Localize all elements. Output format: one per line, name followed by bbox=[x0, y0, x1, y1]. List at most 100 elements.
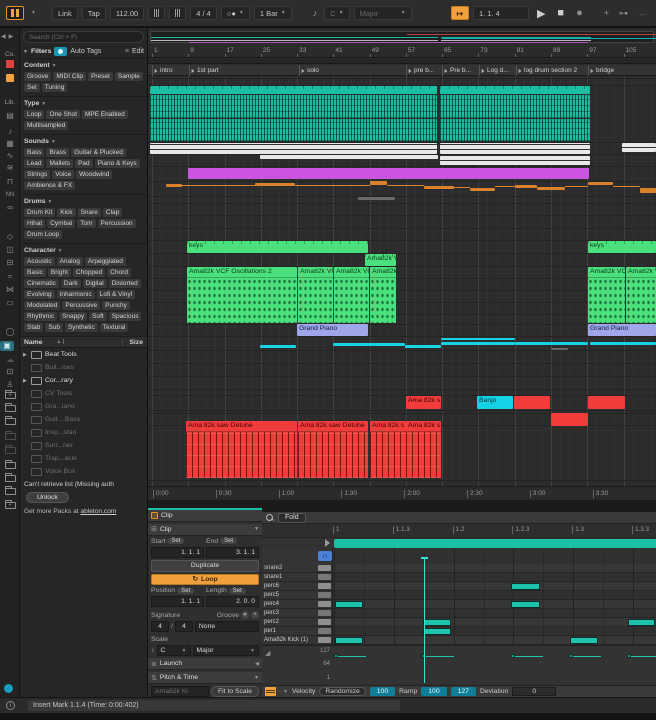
drum-row-snare1[interactable]: snare1 bbox=[262, 573, 333, 582]
filter-tag[interactable]: MIDI Clip bbox=[53, 72, 87, 81]
row-chain-chip[interactable] bbox=[318, 619, 331, 625]
arrangement-clip[interactable]: Ama 82k saw Detune bbox=[186, 421, 297, 478]
filter-tag[interactable]: Modulated bbox=[24, 301, 61, 310]
user-library-icon[interactable]: ♙ bbox=[0, 380, 20, 390]
locator-bridge[interactable]: bridge bbox=[588, 65, 654, 76]
locator-1st-part[interactable]: 1st part bbox=[189, 65, 297, 76]
scale-name-selector[interactable]: Major ▼ bbox=[192, 645, 259, 657]
nudge-up-button[interactable] bbox=[169, 6, 187, 20]
filter-tag[interactable]: Woodwind bbox=[76, 170, 113, 179]
arrangement-clip[interactable] bbox=[424, 186, 454, 189]
arrangement-clip[interactable] bbox=[622, 143, 656, 152]
fold-button[interactable]: Fold bbox=[278, 512, 306, 523]
filter-tag[interactable]: Soft bbox=[89, 312, 107, 321]
search-input[interactable]: Search (Ctrl + F) bbox=[23, 31, 144, 43]
arrangement-clip[interactable]: Ama 82k s bbox=[406, 396, 441, 409]
ableton-link[interactable]: ableton.com bbox=[80, 508, 116, 515]
arrangement-clip[interactable] bbox=[495, 186, 515, 187]
filter-tag[interactable]: Spacious bbox=[108, 312, 142, 321]
drum-row-perc4[interactable]: perc4 bbox=[262, 600, 333, 609]
filter-tag[interactable]: Lofi & Vinyl bbox=[96, 290, 136, 299]
arrangement-clip[interactable] bbox=[613, 186, 640, 187]
arrangement-clip[interactable]: keys bbox=[588, 241, 656, 253]
filter-tag[interactable]: Voice bbox=[52, 170, 75, 179]
filter-tag[interactable]: Tuning bbox=[41, 83, 68, 92]
filter-section-title[interactable]: Character ▼ bbox=[24, 247, 144, 254]
end-value[interactable]: 3. 1. 1 bbox=[206, 546, 259, 558]
filter-tag[interactable]: Punchy bbox=[102, 301, 130, 310]
drum-row-perc5[interactable]: perc5 bbox=[262, 591, 333, 600]
record-button[interactable]: ● bbox=[572, 7, 587, 19]
groove-selector[interactable]: None bbox=[194, 621, 259, 633]
arrangement-clip[interactable]: Ama82k V bbox=[365, 254, 396, 266]
drums-icon[interactable]: ▦ bbox=[0, 139, 20, 149]
row-chain-chip[interactable] bbox=[318, 601, 331, 607]
tap-tempo-button[interactable]: Tap bbox=[81, 6, 106, 20]
velocity-dot[interactable] bbox=[627, 654, 631, 658]
arrangement-position-display[interactable]: 1. 1. 4 bbox=[472, 6, 529, 20]
arrangement-clip[interactable] bbox=[440, 95, 590, 118]
lane-chevron-icon[interactable]: ▼ bbox=[283, 689, 288, 695]
row-chain-chip[interactable] bbox=[318, 565, 331, 571]
max-for-live-icon[interactable]: NN bbox=[0, 190, 20, 200]
filter-tag[interactable]: Digital bbox=[82, 279, 107, 288]
filter-tag[interactable]: Pad bbox=[75, 159, 93, 168]
section-collapse-icon[interactable]: ▼ bbox=[47, 199, 52, 205]
collection-orange[interactable] bbox=[0, 74, 20, 82]
pack-row[interactable]: ▶ Beat Tools bbox=[20, 348, 147, 361]
pack-row[interactable]: Voice Box bbox=[20, 465, 147, 478]
pack-row[interactable]: Surr...ner bbox=[20, 439, 147, 452]
arrangement-clip[interactable] bbox=[640, 188, 656, 193]
folder-icon[interactable] bbox=[0, 445, 20, 454]
waves-icon[interactable]: ≈ bbox=[0, 272, 20, 282]
velocity-lane[interactable]: ◢ 127 64 1 bbox=[262, 645, 656, 683]
midi-note[interactable] bbox=[511, 583, 540, 590]
locator-intro[interactable]: intro bbox=[152, 65, 187, 76]
section-collapse-icon[interactable]: ▼ bbox=[51, 139, 56, 145]
drum-row-perc6[interactable]: perc6 bbox=[262, 582, 333, 591]
play-button[interactable]: ▶ bbox=[533, 7, 549, 20]
loop-button[interactable]: ↻ Loop bbox=[151, 573, 259, 586]
arrangement-clip[interactable] bbox=[590, 342, 656, 345]
clip-section-collapse-icon[interactable]: ▼ bbox=[254, 526, 259, 532]
locator-log-drum-section-2[interactable]: log drum section 2 bbox=[516, 65, 586, 76]
preview-headphone-button[interactable]: ∩ bbox=[318, 551, 332, 561]
clips-icon[interactable]: ◫ bbox=[0, 245, 20, 255]
filter-section-title[interactable]: Drums ▼ bbox=[24, 198, 144, 205]
locator-Log-d-[interactable]: Log d... bbox=[479, 65, 514, 76]
arrangement-clip[interactable] bbox=[387, 185, 424, 186]
edit-tags-button[interactable]: Edit bbox=[132, 48, 144, 55]
length-value[interactable]: 2. 0. 0 bbox=[206, 596, 259, 608]
folder-icon[interactable] bbox=[0, 473, 20, 482]
filter-tag[interactable]: Stab bbox=[24, 323, 44, 332]
key-scale-selector[interactable]: Major ▼ bbox=[353, 6, 412, 20]
clip-start-marker-icon[interactable] bbox=[325, 539, 330, 547]
arrangement-clip[interactable]: Ama82k bbox=[370, 267, 396, 323]
ramp-to-value[interactable]: 127 bbox=[450, 687, 476, 696]
clip-loop-bar[interactable] bbox=[334, 539, 656, 548]
loop-icon[interactable]: ◯ bbox=[0, 327, 20, 337]
back-to-arrangement-icon[interactable]: ← bbox=[635, 8, 650, 18]
unlock-button[interactable]: Unlock bbox=[26, 492, 69, 503]
row-chain-chip[interactable] bbox=[318, 628, 331, 634]
arrangement-clip[interactable] bbox=[515, 342, 588, 345]
beat-time-ruler[interactable]: 1 9 17 25 33 41 49 57 65 73 81 89 97 105 bbox=[148, 44, 656, 58]
arrangement-clip[interactable] bbox=[588, 396, 625, 409]
filter-tag[interactable]: Piano & Keys bbox=[94, 159, 140, 168]
end-set-button[interactable]: Set bbox=[220, 538, 238, 545]
tuning-icon[interactable]: ⋈ bbox=[0, 285, 20, 295]
randomize-button[interactable]: Randomize bbox=[319, 687, 366, 696]
filter-tag[interactable]: Inharmonic bbox=[56, 290, 95, 299]
filter-tag[interactable]: Strings bbox=[24, 170, 51, 179]
arrangement-clip[interactable]: Ama 82k s bbox=[406, 421, 441, 478]
midi-note[interactable] bbox=[423, 619, 451, 626]
filter-tag[interactable]: Set bbox=[24, 83, 40, 92]
filter-tag[interactable]: Hihat bbox=[24, 219, 46, 228]
arrangement-clip[interactable] bbox=[150, 119, 437, 141]
filter-tag[interactable]: MPE Enabled bbox=[81, 110, 128, 119]
signature-denominator[interactable]: 4 bbox=[174, 621, 193, 633]
arrangement-clip[interactable]: Grand Piano bbox=[297, 324, 368, 336]
arrangement-clip[interactable] bbox=[182, 185, 256, 186]
arrangement-clip[interactable] bbox=[551, 413, 588, 426]
time-signature-field[interactable]: 4 / 4 bbox=[190, 6, 217, 20]
